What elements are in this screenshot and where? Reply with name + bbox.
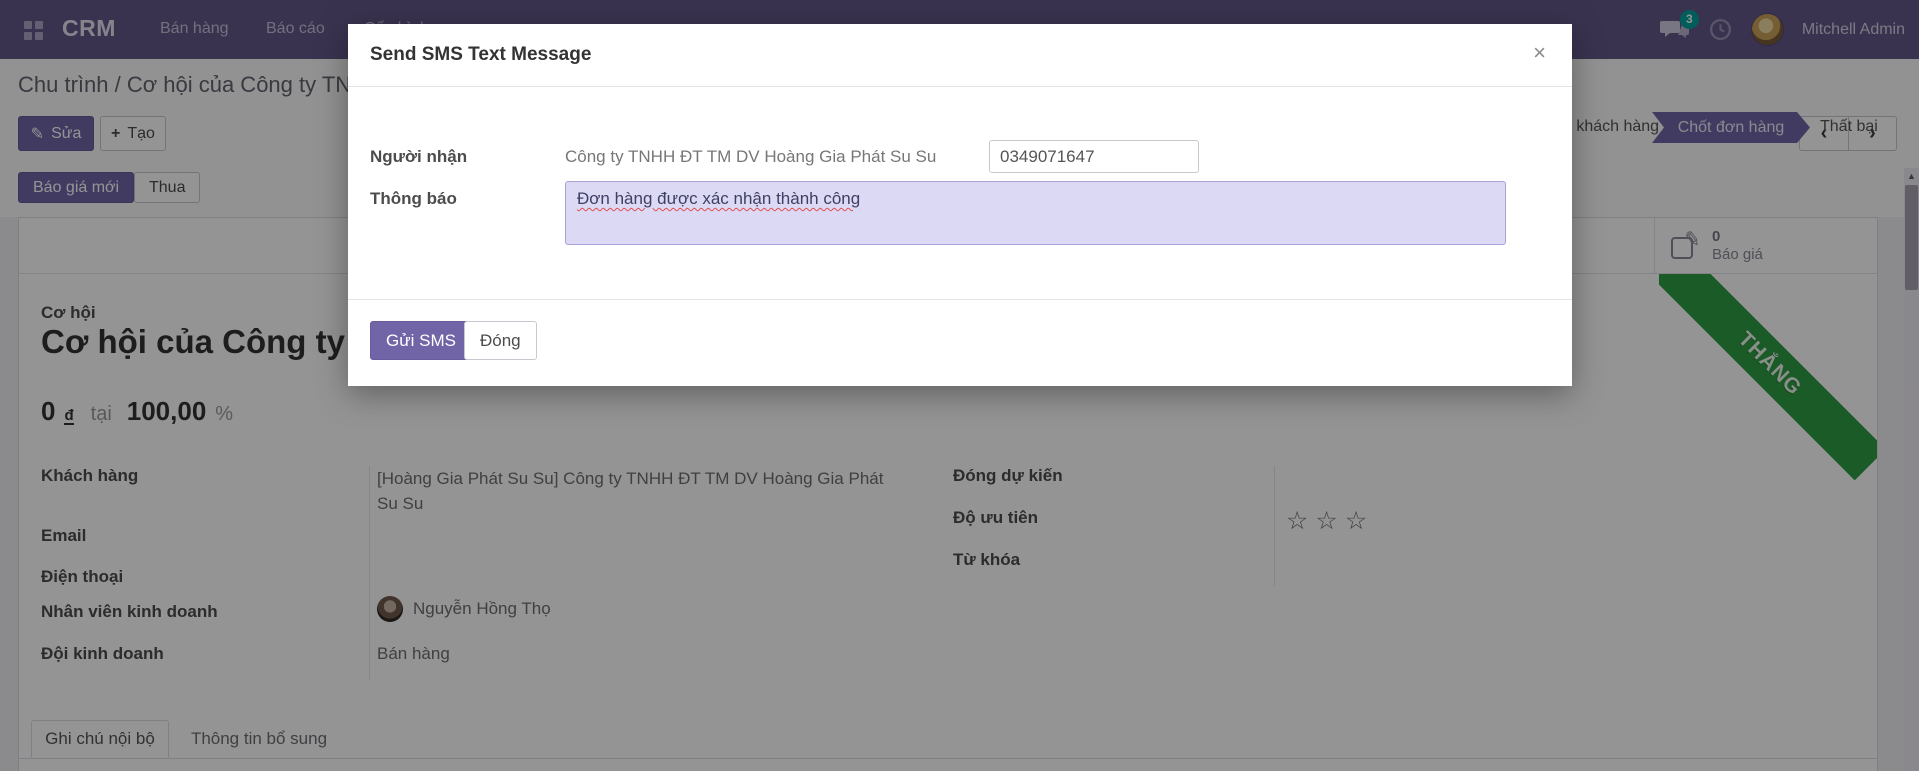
message-label: Thông báo [370, 189, 457, 209]
phone-number-input[interactable] [989, 140, 1199, 173]
close-modal-button[interactable]: Đóng [464, 321, 537, 360]
message-text: Đơn hàng được xác nhận thành công [577, 189, 860, 208]
send-sms-button[interactable]: Gửi SMS [370, 321, 472, 360]
screen: CRM Bán hàng Báo cáo Cấu hình 3 Mitchell… [0, 0, 1919, 771]
modal-header: Send SMS Text Message × [348, 24, 1572, 87]
recipient-value[interactable]: Công ty TNHH ĐT TM DV Hoàng Gia Phát Su … [565, 147, 936, 167]
close-icon[interactable]: × [1533, 42, 1546, 64]
recipient-label: Người nhận [370, 147, 467, 167]
send-sms-modal: Send SMS Text Message × Người nhận Công … [348, 24, 1572, 386]
modal-title: Send SMS Text Message [370, 44, 591, 66]
modal-footer-divider [348, 299, 1572, 300]
message-textarea[interactable]: Đơn hàng được xác nhận thành công [565, 181, 1506, 245]
